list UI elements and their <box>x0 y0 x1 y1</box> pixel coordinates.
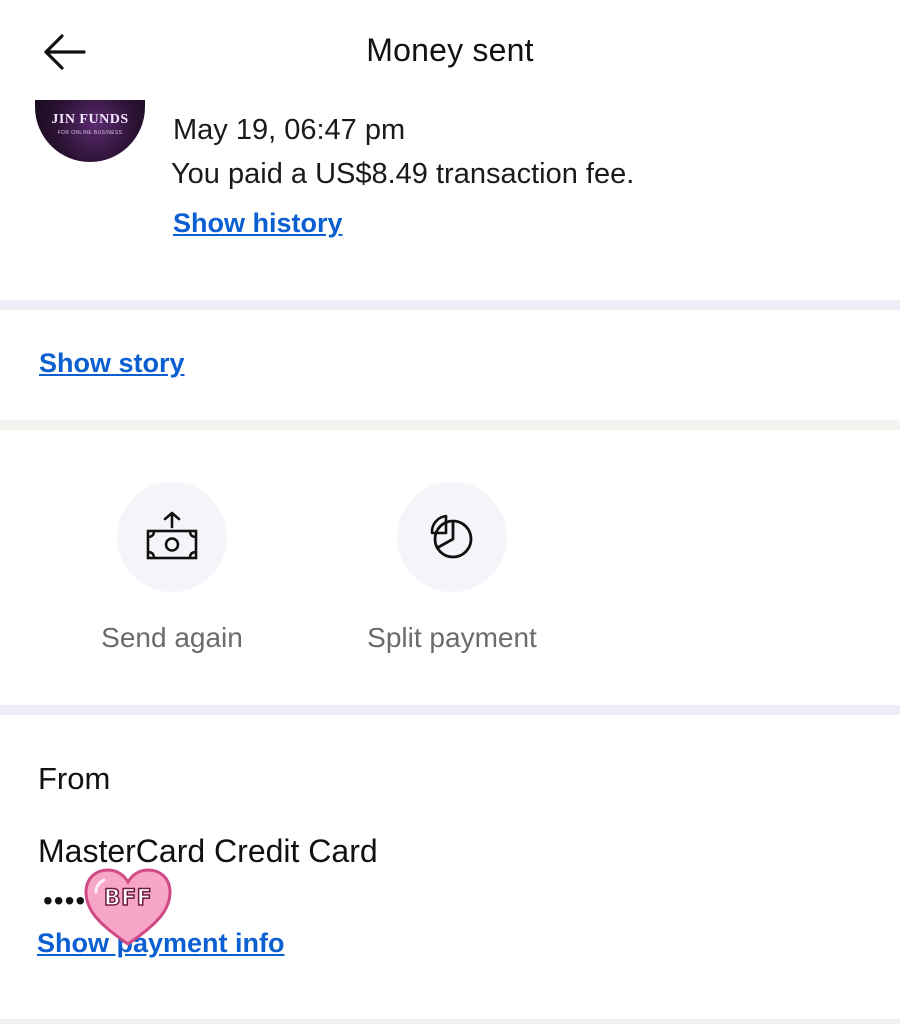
send-again-label: Send again <box>101 622 243 653</box>
page-title: Money sent <box>366 32 534 68</box>
send-again-icon-circle <box>117 482 227 592</box>
card-masked-number: •••• <box>43 885 87 916</box>
pie-chart-icon <box>430 514 473 559</box>
transaction-fee-text: You paid a US$8.49 transaction fee. <box>171 158 635 190</box>
split-payment-label: Split payment <box>367 622 537 653</box>
show-story-link[interactable]: Show story <box>39 348 185 379</box>
split-payment-icon-circle <box>397 482 507 592</box>
bff-heart-sticker: BFF <box>82 866 174 948</box>
avatar: JIN FUNDS FOR ONLINE BUSINESS <box>35 100 145 162</box>
quick-actions: Send again Split payment <box>0 430 900 705</box>
card-name: MasterCard Credit Card <box>38 833 378 869</box>
send-again-button[interactable]: Send again <box>62 482 282 654</box>
split-payment-button[interactable]: Split payment <box>342 482 562 654</box>
section-divider <box>0 1019 900 1024</box>
header-bar: Money sent <box>0 0 900 100</box>
show-history-link[interactable]: Show history <box>173 208 343 239</box>
from-label: From <box>38 761 111 796</box>
transaction-date: May 19, 06:47 pm <box>173 114 406 146</box>
sticker-text: BFF <box>103 885 153 912</box>
avatar-logo-subtext: FOR ONLINE BUSINESS <box>57 130 123 136</box>
avatar-logo-text: JIN FUNDS <box>51 112 129 127</box>
transaction-summary: JIN FUNDS FOR ONLINE BUSINESS May 19, 06… <box>0 100 900 300</box>
section-divider <box>0 420 900 430</box>
send-money-icon <box>146 511 198 560</box>
section-divider <box>0 705 900 715</box>
section-divider <box>0 300 900 310</box>
